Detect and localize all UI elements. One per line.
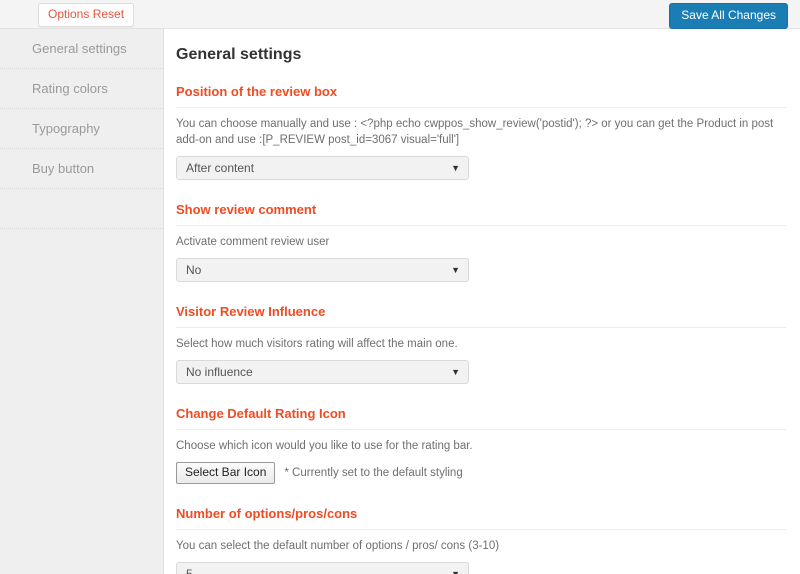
section-description: Activate comment review user	[176, 236, 330, 248]
chevron-down-icon: ▼	[451, 265, 460, 275]
section-description: Choose which icon would you like to use …	[176, 440, 473, 452]
section-change-default-rating-icon: Change Default Rating Icon Choose which …	[176, 406, 786, 484]
settings-sidebar: General settings Rating colors Typograph…	[0, 29, 164, 574]
section-title: Number of options/pros/cons	[176, 506, 786, 530]
section-description: Select how much visitors rating will aff…	[176, 338, 458, 350]
select-bar-icon-button[interactable]: Select Bar Icon	[176, 462, 276, 484]
settings-content: General settings Position of the review …	[164, 29, 800, 574]
section-title: Show review comment	[176, 202, 786, 226]
position-select[interactable]: After content ▼	[176, 156, 469, 180]
page-body: General settings Rating colors Typograph…	[0, 29, 800, 574]
section-description: You can select the default number of opt…	[176, 540, 500, 552]
show-review-comment-select-value: No	[186, 263, 202, 277]
visitor-review-influence-select-value: No influence	[186, 365, 253, 379]
rating-icon-row: Select Bar Icon * Currently set to the d…	[176, 462, 786, 484]
section-visitor-review-influence: Visitor Review Influence Select how much…	[176, 304, 786, 384]
sidebar-divider	[0, 189, 163, 229]
chevron-down-icon: ▼	[451, 367, 460, 377]
section-title: Visitor Review Influence	[176, 304, 786, 328]
visitor-review-influence-select[interactable]: No influence ▼	[176, 360, 469, 384]
save-all-changes-button[interactable]: Save All Changes	[669, 3, 788, 29]
sidebar-item-general-settings[interactable]: General settings	[0, 29, 163, 69]
options-reset-button[interactable]: Options Reset	[38, 3, 135, 27]
rating-icon-note: * Currently set to the default styling	[284, 467, 463, 479]
section-description: You can choose manually and use : <?php …	[176, 118, 774, 146]
section-position-of-the-review-box: Position of the review box You can choos…	[176, 84, 786, 180]
sidebar-item-typography[interactable]: Typography	[0, 109, 163, 149]
sidebar-item-rating-colors[interactable]: Rating colors	[0, 69, 163, 109]
page-title: General settings	[176, 46, 302, 63]
show-review-comment-select[interactable]: No ▼	[176, 258, 469, 282]
section-title: Position of the review box	[176, 84, 786, 108]
section-number-of-options: Number of options/pros/cons You can sele…	[176, 506, 786, 574]
section-title: Change Default Rating Icon	[176, 406, 786, 430]
number-of-options-select[interactable]: 5 ▼	[176, 562, 469, 574]
section-show-review-comment: Show review comment Activate comment rev…	[176, 202, 786, 282]
number-of-options-select-value: 5	[186, 567, 193, 574]
position-select-value: After content	[186, 161, 255, 175]
chevron-down-icon: ▼	[451, 569, 460, 574]
chevron-down-icon: ▼	[451, 163, 460, 173]
sidebar-item-buy-button[interactable]: Buy button	[0, 149, 163, 189]
top-toolbar: Options Reset Save All Changes	[0, 0, 800, 29]
